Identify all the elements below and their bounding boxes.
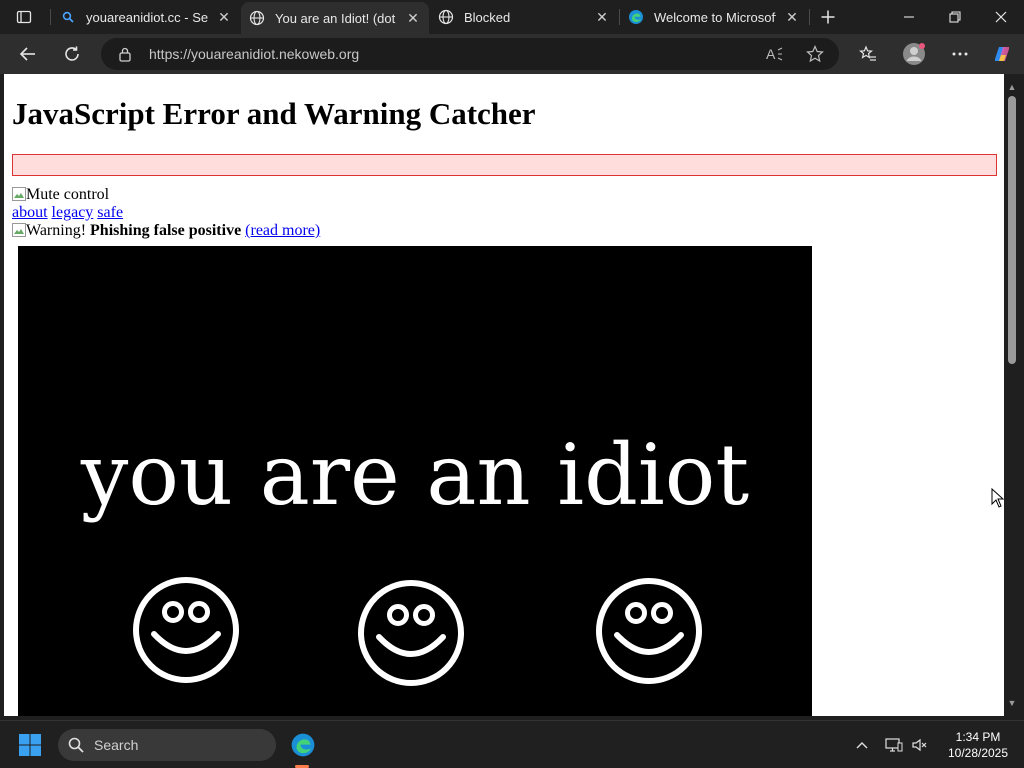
tab-actions-icon (16, 10, 32, 24)
scroll-thumb[interactable] (1008, 96, 1016, 364)
smiley-face-icon (358, 580, 464, 686)
mute-alt-text: Mute control (26, 186, 110, 203)
browser-toolbar: https://youareanidiot.nekoweb.org A (0, 34, 1024, 74)
favorites-list-icon (859, 45, 876, 61)
copilot-icon (995, 47, 1009, 61)
taskbar-search-label: Search (94, 737, 139, 753)
globe-icon (438, 9, 454, 25)
taskbar-clock[interactable]: 1:34 PM 10/28/2025 (938, 729, 1018, 761)
restore-icon (949, 11, 961, 23)
close-icon (995, 11, 1007, 23)
page-heading: JavaScript Error and Warning Catcher (12, 96, 536, 131)
chevron-up-icon (856, 742, 868, 749)
read-aloud-icon: A (766, 46, 783, 62)
taskbar-search[interactable]: Search (58, 729, 276, 761)
screen: { "tabs": [ {"title": "youareanidiot.cc … (0, 0, 1024, 768)
tab-actions-button[interactable] (8, 1, 40, 33)
tab-title: You are an Idiot! (dot cc) (275, 10, 397, 26)
warning-bold-text: Phishing false positive (90, 222, 242, 239)
scroll-down-icon[interactable]: ▼ (1007, 698, 1017, 708)
mute-control-image[interactable]: Mute control (12, 186, 109, 204)
tab-separator (809, 9, 810, 25)
video-caption: you are an idiot (80, 426, 750, 524)
tab-title: youareanidiot.cc - Search (86, 9, 208, 25)
tab-you-are-an-idiot[interactable]: You are an Idiot! (dot cc) ✕ (241, 2, 429, 34)
globe-icon (249, 10, 265, 26)
network-icon (885, 738, 903, 752)
edge-icon (291, 733, 315, 757)
mouse-cursor-icon (991, 488, 1005, 508)
edge-icon (628, 9, 644, 25)
close-window-button[interactable] (978, 0, 1024, 34)
windows-taskbar: Search 1:34 PM 10/28/2025 (0, 720, 1024, 768)
smiley-face-icon (133, 577, 239, 683)
volume-muted-icon (912, 738, 927, 752)
smiley-face-icon (596, 578, 702, 684)
network-button[interactable] (884, 735, 904, 755)
plus-icon (821, 10, 835, 24)
tab-blocked[interactable]: Blocked ✕ (430, 0, 618, 34)
broken-image-icon (12, 223, 26, 237)
idiot-video-frame[interactable]: you are an idiot (18, 246, 812, 716)
minimize-button[interactable] (886, 0, 932, 34)
settings-more-button[interactable] (944, 38, 976, 70)
read-aloud-button[interactable]: A (763, 42, 787, 66)
taskbar-edge-button[interactable] (284, 729, 322, 761)
close-tab-icon[interactable]: ✕ (594, 9, 610, 25)
tab-separator (50, 9, 51, 25)
profile-button[interactable] (898, 38, 930, 70)
about-link[interactable]: about (12, 204, 48, 221)
vertical-scrollbar[interactable]: ▲ ▼ (1004, 74, 1020, 716)
nav-links: about legacy safe (12, 204, 123, 222)
lock-icon[interactable] (117, 46, 133, 62)
tab-title: Blocked (464, 9, 511, 25)
refresh-button[interactable] (56, 38, 88, 70)
page-content: JavaScript Error and Warning Catcher Mut… (4, 74, 1004, 716)
legacy-link[interactable]: legacy (52, 204, 94, 221)
safe-link[interactable]: safe (97, 204, 123, 221)
search-icon (60, 9, 76, 25)
star-icon (806, 45, 824, 63)
back-arrow-icon (19, 47, 35, 61)
back-button[interactable] (12, 38, 44, 70)
more-dots-icon (952, 52, 968, 56)
broken-image-icon (12, 187, 26, 201)
scroll-up-icon[interactable]: ▲ (1007, 82, 1017, 92)
warning-alt-text: Warning! (26, 222, 87, 239)
warning-line: Warning! Phishing false positive (read m… (12, 222, 320, 240)
clock-time: 1:34 PM (955, 730, 1001, 744)
show-hidden-icons-button[interactable] (852, 735, 872, 755)
tab-strip: youareanidiot.cc - Search ✕ You are an I… (0, 0, 1024, 34)
new-tab-button[interactable] (812, 1, 844, 33)
read-more-link[interactable]: (read more) (245, 222, 320, 239)
copilot-button[interactable] (986, 38, 1018, 70)
profile-icon (903, 43, 925, 65)
tab-title: Welcome to Microsoft Edge (654, 9, 776, 25)
address-bar[interactable]: https://youareanidiot.nekoweb.org A (101, 38, 839, 70)
refresh-icon (65, 46, 79, 61)
favorite-button[interactable] (803, 42, 827, 66)
svg-text:A: A (766, 46, 776, 62)
close-tab-icon[interactable]: ✕ (216, 9, 232, 25)
windows-logo-icon (19, 734, 41, 756)
tab-welcome-edge[interactable]: Welcome to Microsoft Edge ✕ (620, 0, 808, 34)
minimize-icon (904, 16, 914, 18)
tab-search[interactable]: youareanidiot.cc - Search ✕ (52, 0, 240, 34)
favorites-button[interactable] (852, 38, 884, 70)
url-text[interactable]: https://youareanidiot.nekoweb.org (149, 46, 359, 62)
restore-button[interactable] (932, 0, 978, 34)
volume-button[interactable] (910, 735, 930, 755)
close-tab-icon[interactable]: ✕ (784, 9, 800, 25)
error-box (12, 154, 997, 176)
search-icon (68, 737, 84, 753)
close-tab-icon[interactable]: ✕ (405, 10, 421, 26)
clock-date: 10/28/2025 (947, 746, 1009, 760)
start-button[interactable] (14, 729, 46, 761)
